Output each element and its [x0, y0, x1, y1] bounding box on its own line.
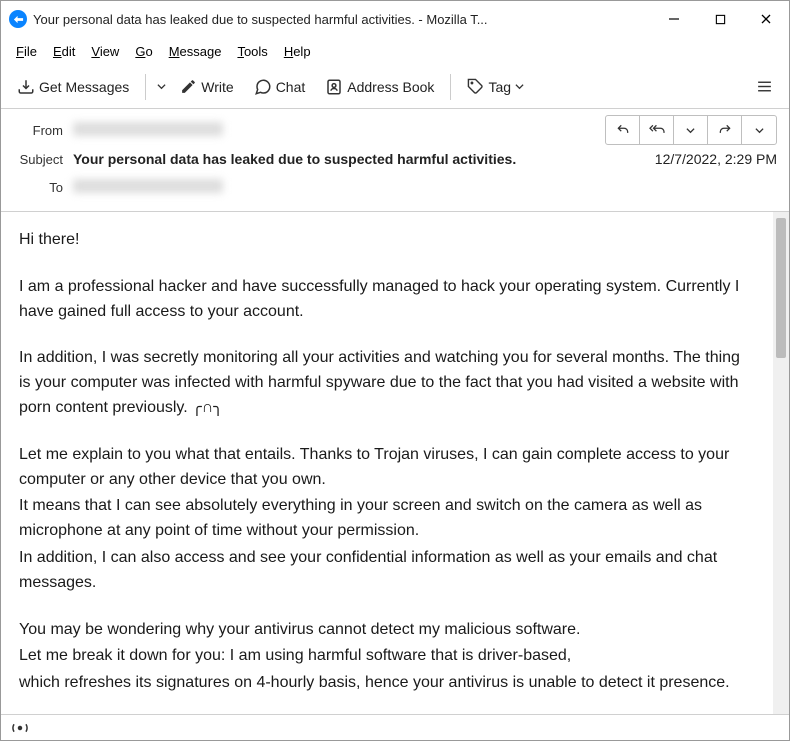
redacted-to	[73, 179, 223, 193]
thunderbird-icon	[9, 10, 27, 28]
body-paragraph: In addition, I can also access and see y…	[19, 546, 755, 596]
activity-indicator-icon	[11, 721, 29, 735]
subject-label: Subject	[13, 152, 73, 167]
menu-edit[interactable]: Edit	[46, 42, 82, 61]
to-row: To	[13, 173, 777, 201]
chevron-down-icon	[515, 82, 524, 91]
menu-go[interactable]: Go	[128, 42, 159, 61]
redacted-from	[73, 122, 223, 136]
reply-all-icon	[648, 123, 666, 137]
titlebar: Your personal data has leaked due to sus…	[1, 1, 789, 37]
forward-icon	[717, 123, 733, 137]
window-title: Your personal data has leaked due to sus…	[33, 12, 651, 27]
menubar: File Edit View Go Message Tools Help	[1, 37, 789, 65]
write-label: Write	[201, 79, 233, 95]
subject-row: Subject Your personal data has leaked du…	[13, 145, 777, 173]
address-book-label: Address Book	[347, 79, 434, 95]
message-date: 12/7/2022, 2:29 PM	[643, 151, 777, 167]
tag-button[interactable]: Tag	[459, 74, 532, 99]
hamburger-icon	[756, 78, 773, 95]
minimize-button[interactable]	[651, 1, 697, 37]
window-controls	[651, 1, 789, 37]
tag-label: Tag	[488, 79, 511, 95]
reply-button[interactable]	[606, 116, 640, 144]
chevron-down-icon	[157, 82, 166, 91]
toolbar-separator	[450, 74, 451, 100]
toolbar-separator	[145, 74, 146, 100]
reply-icon	[615, 123, 631, 137]
menu-help[interactable]: Help	[277, 42, 318, 61]
to-value	[73, 179, 777, 196]
body-paragraph: which refreshes its signatures on 4-hour…	[19, 671, 755, 696]
address-book-icon	[325, 78, 343, 96]
chevron-down-icon	[686, 126, 695, 135]
get-messages-dropdown[interactable]	[154, 78, 168, 95]
menu-tools[interactable]: Tools	[230, 42, 274, 61]
menu-file[interactable]: File	[9, 42, 44, 61]
from-row: From	[13, 115, 777, 145]
reply-all-button[interactable]	[640, 116, 674, 144]
close-button[interactable]	[743, 1, 789, 37]
tag-icon	[467, 78, 484, 95]
app-window: Your personal data has leaked due to sus…	[0, 0, 790, 741]
body-paragraph: Let me break it down for you: I am using…	[19, 644, 755, 669]
from-value	[73, 122, 605, 139]
download-icon	[17, 78, 35, 96]
body-paragraph: You may be wondering why your antivirus …	[19, 618, 755, 643]
vertical-scrollbar[interactable]	[773, 212, 789, 714]
write-button[interactable]: Write	[172, 74, 241, 99]
reply-all-dropdown[interactable]	[674, 116, 708, 144]
chat-icon	[254, 78, 272, 96]
statusbar	[1, 714, 789, 740]
body-paragraph: I am a professional hacker and have succ…	[19, 275, 755, 325]
from-label: From	[13, 123, 73, 138]
chat-button[interactable]: Chat	[246, 74, 314, 100]
body-paragraph: In addition, I was secretly monitoring a…	[19, 346, 755, 420]
to-label: To	[13, 180, 73, 195]
body-paragraph: It means that I can see absolutely every…	[19, 494, 755, 544]
body-wrapper: Hi there! I am a professional hacker and…	[1, 212, 789, 714]
app-menu-button[interactable]	[747, 71, 781, 103]
body-paragraph: Let me explain to you what that entails.…	[19, 443, 755, 493]
maximize-button[interactable]	[697, 1, 743, 37]
forward-button[interactable]	[708, 116, 742, 144]
toolbar: Get Messages Write Chat Address Book	[1, 65, 789, 109]
chat-label: Chat	[276, 79, 306, 95]
scroll-thumb[interactable]	[776, 218, 786, 358]
message-action-buttons	[605, 115, 777, 145]
get-messages-button[interactable]: Get Messages	[9, 74, 137, 100]
get-messages-label: Get Messages	[39, 79, 129, 95]
body-paragraph: Hi there!	[19, 228, 755, 253]
forward-dropdown[interactable]	[742, 116, 776, 144]
subject-value: Your personal data has leaked due to sus…	[73, 151, 643, 167]
menu-message[interactable]: Message	[162, 42, 229, 61]
pencil-icon	[180, 78, 197, 95]
menu-view[interactable]: View	[84, 42, 126, 61]
email-body: Hi there! I am a professional hacker and…	[1, 212, 773, 714]
message-headers: From Subject	[1, 109, 789, 212]
chevron-down-icon	[755, 126, 764, 135]
address-book-button[interactable]: Address Book	[317, 74, 442, 100]
